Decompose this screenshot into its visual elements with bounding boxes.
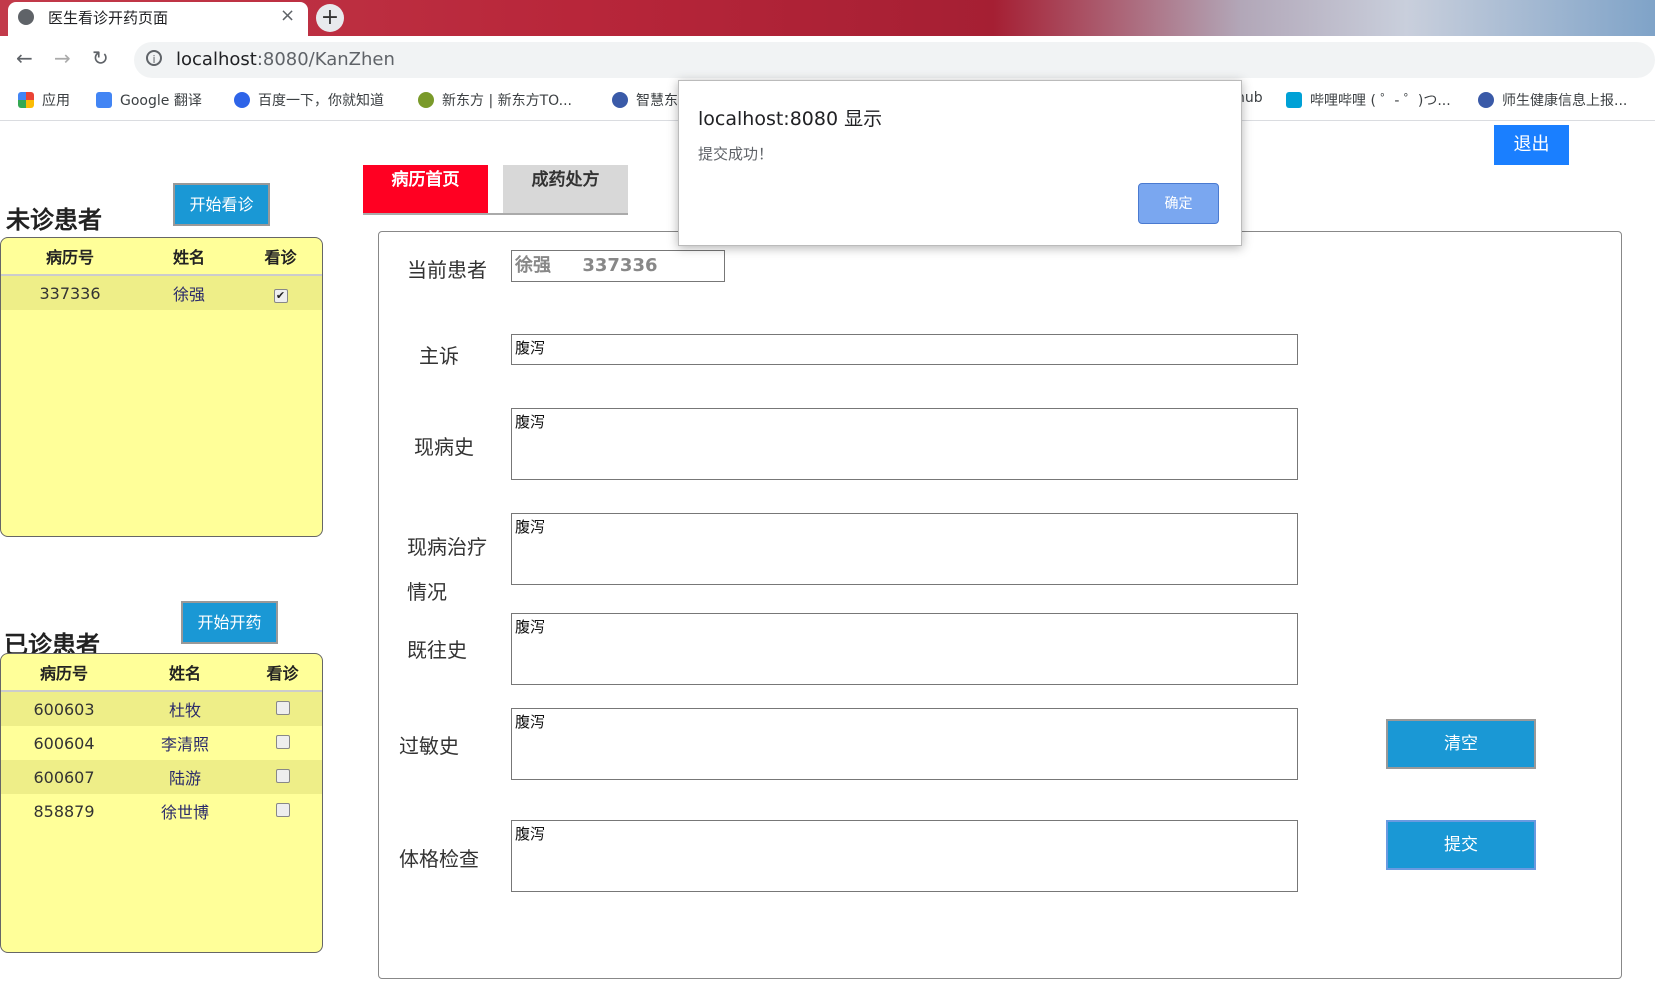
col-record-no: 病历号 <box>1 238 139 276</box>
dialog-message: 提交成功！ <box>698 145 774 163</box>
dialog-title: localhost:8080 显示 <box>698 108 883 130</box>
bookmark-google-translate[interactable]: Google 翻译 <box>96 90 202 110</box>
waiting-patients-panel: 病历号 姓名 看诊 337336 徐强 ✔ <box>0 237 323 537</box>
current-patient-label: 当前患者 <box>407 258 487 282</box>
logout-button[interactable]: 退出 <box>1494 125 1569 165</box>
record-no-cell: 600607 <box>1 760 127 794</box>
current-patient-field: 徐强 337336 <box>511 250 725 282</box>
xdf-logo-icon <box>418 92 434 108</box>
waiting-patients-title: 未诊患者 <box>6 206 102 234</box>
table-row[interactable]: 600607 陆游 <box>1 760 322 794</box>
table-row[interactable]: 600603 杜牧 <box>1 691 322 726</box>
col-record-no: 病历号 <box>1 654 127 692</box>
record-no-cell: 600603 <box>1 691 127 726</box>
bookmark-bilibili[interactable]: 哔哩哔哩 ( ゜- ゜)つ... <box>1286 90 1451 110</box>
clear-button[interactable]: 清空 <box>1386 719 1536 769</box>
past-history-textarea[interactable]: 腹泻 <box>511 613 1298 685</box>
back-arrow-icon[interactable]: ← <box>16 46 33 70</box>
table-row[interactable]: 858879 徐世博 <box>1 794 322 828</box>
tab-medical-record[interactable]: 病历首页 <box>363 165 488 215</box>
chief-complaint-input[interactable]: 腹泻 <box>511 334 1298 365</box>
col-name: 姓名 <box>139 238 239 276</box>
patient-name-cell: 陆游 <box>127 760 243 794</box>
record-no-cell: 337336 <box>1 275 139 310</box>
url-text[interactable]: localhost:8080/KanZhen <box>176 49 395 70</box>
tab-title: 医生看诊开药页面 <box>48 9 169 27</box>
start-prescription-button[interactable]: 开始开药 <box>181 601 278 644</box>
tab-close-icon[interactable]: × <box>280 5 295 26</box>
waiting-patients-table: 病历号 姓名 看诊 337336 徐强 ✔ <box>1 238 322 310</box>
record-no-cell: 858879 <box>33 801 95 821</box>
consult-checkbox[interactable] <box>275 768 290 783</box>
consult-checkbox[interactable] <box>275 802 290 817</box>
consult-checkbox[interactable] <box>275 734 290 749</box>
table-row[interactable]: 600604 李清照 <box>1 726 322 760</box>
patient-name-cell: 杜牧 <box>127 691 243 726</box>
past-history-label: 既往史 <box>407 638 467 662</box>
school-logo-icon <box>612 92 628 108</box>
table-row[interactable]: 337336 徐强 ✔ <box>1 275 322 310</box>
school-logo-icon <box>1478 92 1494 108</box>
allergy-history-label: 过敏史 <box>399 734 459 758</box>
physical-exam-textarea[interactable]: 腹泻 <box>511 820 1298 892</box>
globe-icon <box>18 9 34 25</box>
bookmark-xdf[interactable]: 新东方 | 新东方TO... <box>418 90 572 110</box>
tab-prescription[interactable]: 成药处方 <box>503 165 628 215</box>
present-history-textarea[interactable]: 腹泻 <box>511 408 1298 480</box>
bilibili-tv-icon <box>1286 92 1302 108</box>
consult-checkbox[interactable] <box>275 700 290 715</box>
bookmark-apps[interactable]: 应用 <box>18 90 70 110</box>
done-patients-panel: 病历号 姓名 看诊 600603 杜牧 600604 李清照 600607 陆游… <box>0 653 323 953</box>
forward-arrow-icon[interactable]: → <box>54 46 71 70</box>
col-consult: 看诊 <box>239 238 322 276</box>
submit-button[interactable]: 提交 <box>1386 820 1536 870</box>
treatment-label: 现病治疗 <box>407 535 487 559</box>
done-patients-table: 病历号 姓名 看诊 600603 杜牧 600604 李清照 600607 陆游… <box>1 654 322 828</box>
apps-grid-icon <box>18 92 34 108</box>
patient-name-cell: 徐世博 <box>160 803 209 822</box>
bookmark-zhihui[interactable]: 智慧东 <box>612 90 678 110</box>
tab-underline <box>363 213 628 215</box>
record-no-cell: 600604 <box>33 733 95 753</box>
treatment-label-line2: 情况 <box>407 580 447 604</box>
dialog-ok-button[interactable]: 确定 <box>1138 183 1219 224</box>
treatment-textarea[interactable]: 腹泻 <box>511 513 1298 585</box>
col-consult: 看诊 <box>243 654 322 692</box>
patient-name-cell: 徐强 <box>139 275 239 310</box>
present-history-label: 现病史 <box>414 435 474 459</box>
consult-checkbox[interactable]: ✔ <box>273 288 288 303</box>
physical-exam-label: 体格检查 <box>399 847 479 871</box>
patient-name-cell: 李清照 <box>160 735 209 754</box>
reload-icon[interactable]: ↻ <box>92 46 109 70</box>
start-consultation-button[interactable]: 开始看诊 <box>173 183 270 226</box>
allergy-history-textarea[interactable]: 腹泻 <box>511 708 1298 780</box>
chief-complaint-label: 主诉 <box>419 344 459 368</box>
baidu-paw-icon <box>234 92 250 108</box>
bookmark-baidu[interactable]: 百度一下，你就知道 <box>234 90 384 110</box>
col-name: 姓名 <box>127 654 243 692</box>
new-tab-button[interactable]: + <box>316 4 344 32</box>
bookmark-health-report[interactable]: 师生健康信息上报... <box>1478 90 1627 110</box>
info-icon[interactable]: i <box>146 50 162 66</box>
google-translate-icon <box>96 92 112 108</box>
